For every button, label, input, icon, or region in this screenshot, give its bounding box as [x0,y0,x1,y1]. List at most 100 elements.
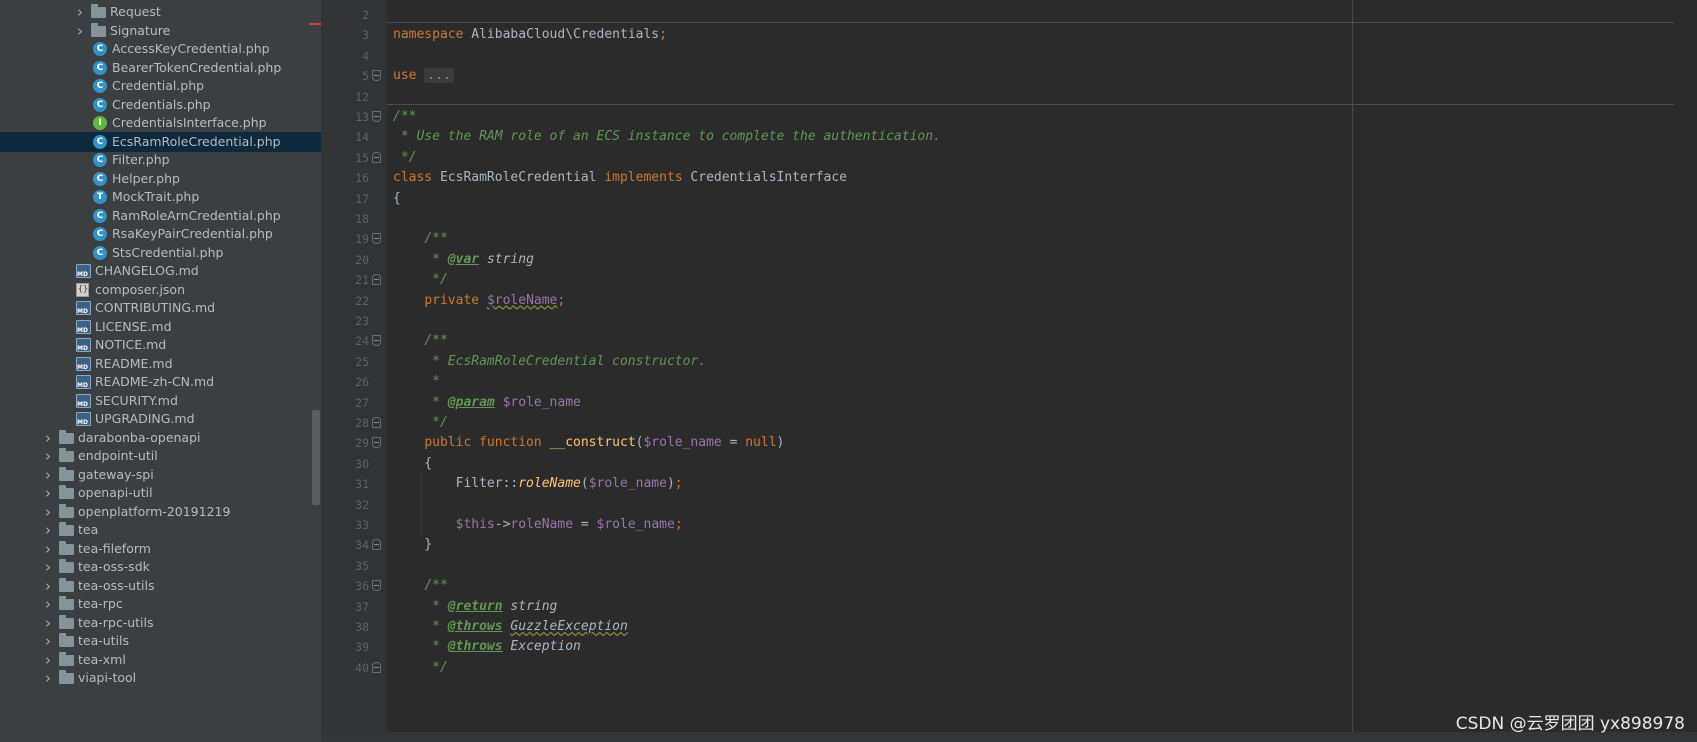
code-line[interactable]: * @var string [393,249,534,271]
code-line[interactable]: } [393,534,432,556]
tree-item[interactable]: C AccessKeyCredential.php [0,39,321,59]
code-line[interactable]: * Use the RAM role of an ECS instance to… [393,126,941,148]
tree-item[interactable]: README-zh-CN.md [0,372,321,392]
tree-item[interactable]: › gateway-spi [0,465,321,485]
expand-arrow-icon[interactable]: › [41,650,55,670]
expand-arrow-icon[interactable]: › [41,613,55,633]
fold-marker-icon[interactable] [372,539,381,551]
line-number: 34 [355,538,369,553]
tree-item[interactable]: › Request [0,2,321,22]
code-line[interactable]: */ [393,147,417,169]
tree-item[interactable]: › tea-oss-sdk [0,557,321,577]
expand-arrow-icon[interactable]: › [41,631,55,651]
fold-marker-icon[interactable] [372,437,381,449]
fold-marker-icon[interactable] [372,70,381,82]
code-line[interactable]: /** [393,575,447,597]
line-number-gutter: 2 3 4 5 12 13 14 15 16 17 18 19 20 21 22 23 24 25 26 27 28 29… [321,0,369,742]
project-tree-panel[interactable]: › Request › Signature C AccessKeyCredential.p… [0,0,321,742]
tree-item[interactable]: C RsaKeyPairCredential.php [0,224,321,244]
code-line[interactable]: { [393,453,432,475]
fold-marker-icon[interactable] [372,233,381,245]
code-line[interactable]: /** [393,106,416,128]
expand-arrow-icon[interactable]: › [41,594,55,614]
expand-arrow-icon[interactable]: › [41,483,55,503]
tree-item[interactable]: › tea-oss-utils [0,576,321,596]
tree-item[interactable]: C Credentials.php [0,95,321,115]
fold-marker-icon[interactable] [372,417,381,428]
tree-item[interactable]: › darabonba-openapi [0,428,321,448]
expand-arrow-icon[interactable]: › [41,520,55,540]
code-line[interactable]: * @throws GuzzleException [393,616,628,638]
tree-item[interactable]: › tea-xml [0,650,321,670]
expand-arrow-icon[interactable]: › [41,428,55,448]
code-line[interactable]: * @param $role_name [393,392,581,414]
code-line[interactable]: * @throws Exception [393,636,581,658]
fold-marker-icon[interactable] [372,151,381,163]
tree-item[interactable]: I CredentialsInterface.php [0,113,321,133]
tree-item[interactable]: C EcsRamRoleCredential.php [0,131,321,152]
tree-item[interactable]: T MockTrait.php [0,187,321,207]
tree-item[interactable]: C Filter.php [0,150,321,170]
tree-item[interactable]: SECURITY.md [0,391,321,411]
tree-item[interactable]: › endpoint-util [0,446,321,466]
fold-marker-icon[interactable] [372,661,381,673]
line-number: 24 [355,334,369,349]
tree-item[interactable]: C Helper.php [0,169,321,189]
tree-item[interactable]: NOTICE.md [0,335,321,355]
code-line[interactable]: * EcsRamRoleCredential constructor. [393,351,706,373]
tree-item[interactable]: C RamRoleArnCredential.php [0,206,321,226]
tree-item[interactable]: › Signature [0,21,321,41]
expand-arrow-icon[interactable]: › [41,502,55,522]
tree-item[interactable]: › tea-rpc-utils [0,613,321,633]
code-line[interactable]: { [393,188,401,210]
expand-arrow-icon[interactable]: › [41,465,55,485]
project-tree-scrollbar[interactable] [312,410,320,505]
tree-item[interactable]: C Credential.php [0,76,321,96]
expand-arrow-icon[interactable]: › [41,539,55,559]
tree-item[interactable]: CONTRIBUTING.md [0,298,321,318]
code-line[interactable]: Filter::roleName($role_name); [393,473,683,495]
tree-item[interactable]: CHANGELOG.md [0,261,321,281]
code-line[interactable]: * @return string [393,596,557,618]
code-line[interactable]: /** [393,228,447,250]
fold-marker-icon[interactable] [372,111,381,122]
line-number: 32 [355,497,369,512]
folded-region[interactable]: ... [424,68,454,84]
code-area[interactable]: namespace AlibabaCloud\Credentials; use .… [393,0,1673,742]
code-line[interactable]: */ [393,657,448,679]
expand-arrow-icon[interactable]: › [73,21,87,41]
code-line[interactable]: /** [393,330,447,352]
code-line[interactable]: */ [393,412,448,434]
tree-item[interactable]: README.md [0,354,321,374]
tree-item[interactable]: C StsCredential.php [0,243,321,263]
code-line[interactable]: * [393,371,440,393]
code-editor[interactable]: 2 3 4 5 12 13 14 15 16 17 18 19 20 21 22 23 24 25 26 27 28 29… [321,0,1697,742]
tree-item[interactable]: C BearerTokenCredential.php [0,58,321,78]
tree-item[interactable]: › tea [0,520,321,540]
fold-marker-icon[interactable] [372,580,381,592]
tree-item[interactable]: › viapi-tool [0,668,321,688]
line-number: 13 [355,110,369,124]
code-line[interactable]: use ... [393,65,454,87]
code-line[interactable]: $this->roleName = $role_name; [393,514,683,536]
tree-item[interactable]: UPGRADING.md [0,409,321,429]
fold-marker-icon[interactable] [372,335,381,347]
code-line[interactable]: private $roleName; [393,290,565,312]
code-line[interactable]: */ [393,269,448,291]
expand-arrow-icon[interactable]: › [73,2,87,22]
tree-item[interactable]: › tea-utils [0,631,321,651]
code-line[interactable]: namespace AlibabaCloud\Credentials; [393,24,667,46]
code-line[interactable]: class EcsRamRoleCredential implements Cr… [393,167,847,189]
expand-arrow-icon[interactable]: › [41,668,55,688]
expand-arrow-icon[interactable]: › [41,557,55,577]
code-line[interactable]: public function __construct($role_name =… [393,432,784,454]
tree-item[interactable]: › tea-rpc [0,594,321,614]
expand-arrow-icon[interactable]: › [41,576,55,596]
tree-item[interactable]: › openplatform-20191219 [0,502,321,522]
fold-marker-icon[interactable] [372,274,381,286]
tree-item[interactable]: › openapi-util [0,483,321,503]
tree-item[interactable]: › tea-fileform [0,539,321,559]
tree-item[interactable]: composer.json [0,280,321,300]
expand-arrow-icon[interactable]: › [41,446,55,466]
tree-item[interactable]: LICENSE.md [0,317,321,337]
